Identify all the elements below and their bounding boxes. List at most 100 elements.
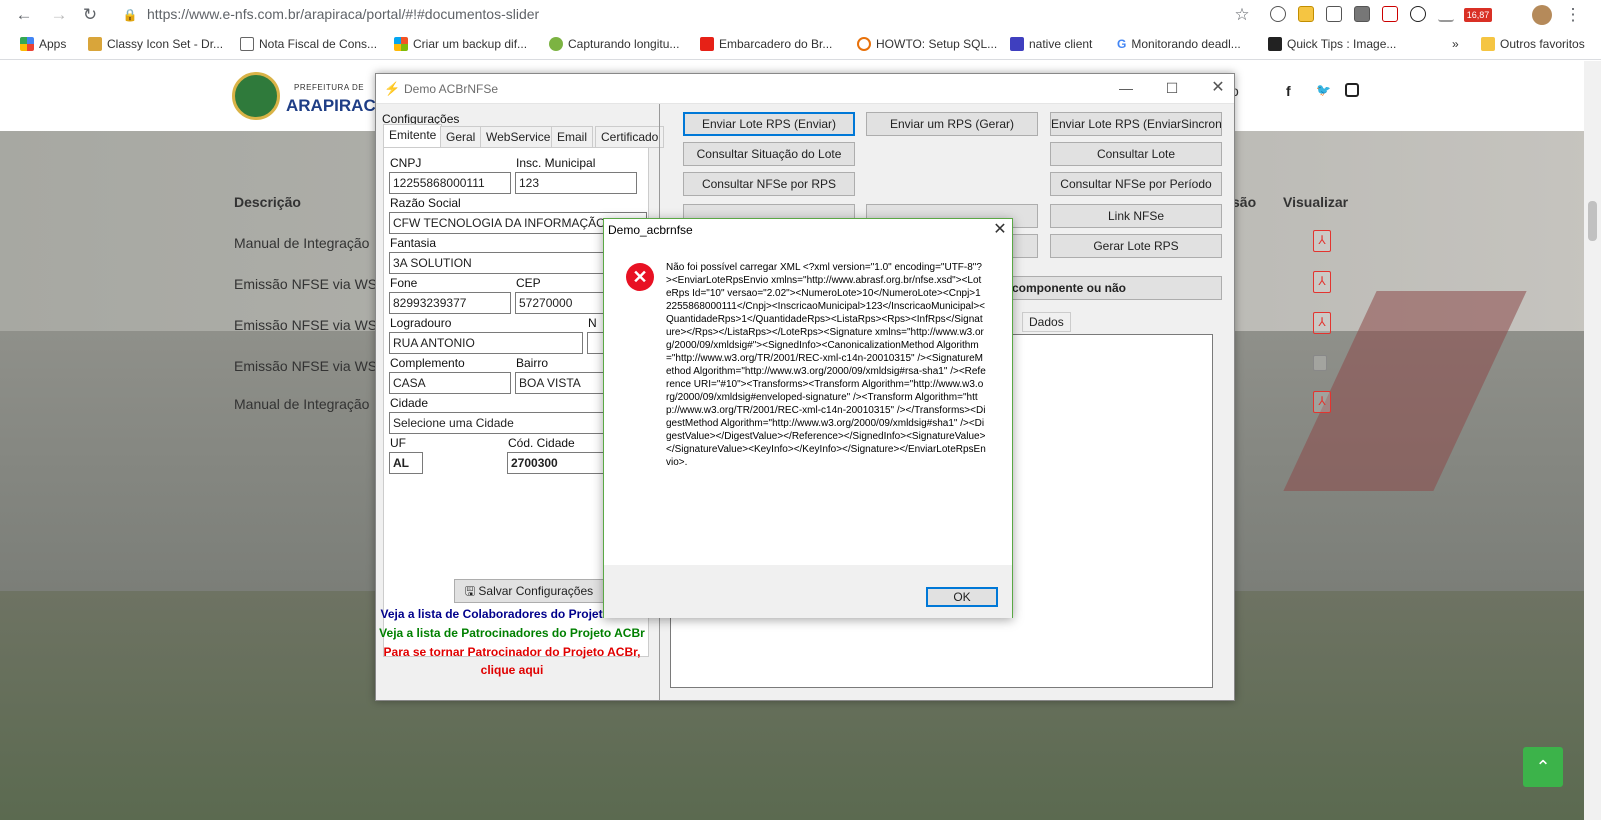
gerar-lote-rps-button[interactable]: Gerar Lote RPS <box>1050 234 1222 258</box>
bookmark-item[interactable]: Quick Tips : Image... <box>1268 37 1396 51</box>
broken-image-icon[interactable] <box>1313 355 1327 371</box>
extension-icon[interactable] <box>1382 6 1398 22</box>
consultar-lote-button[interactable]: Consultar Lote <box>1050 142 1222 166</box>
instagram-icon[interactable] <box>1345 83 1359 97</box>
document-row[interactable]: Emissão NFSE via WS <box>234 317 377 333</box>
twitter-icon[interactable]: 🐦 <box>1316 83 1331 97</box>
bookmark-favicon-icon <box>1268 37 1282 51</box>
city-logo[interactable] <box>232 72 280 120</box>
cnpj-field[interactable]: 12255868000111 <box>389 172 511 194</box>
tab-email[interactable]: Email <box>551 126 594 148</box>
bookmark-label: Capturando longitu... <box>568 37 680 51</box>
extension-icon[interactable] <box>1270 6 1286 22</box>
star-icon[interactable]: ☆ <box>1232 5 1252 25</box>
bookmark-item[interactable]: Embarcadero do Br... <box>700 37 832 51</box>
document-row[interactable]: Emissão NFSE via WS <box>234 276 377 292</box>
forward-icon[interactable]: → <box>49 5 69 25</box>
enviar-um-rps-button[interactable]: Enviar um RPS (Gerar) <box>866 112 1038 136</box>
bookmark-apps[interactable]: Apps <box>20 37 66 51</box>
column-header-visualizar: Visualizar <box>1283 194 1349 210</box>
signal-icon[interactable] <box>1438 6 1454 22</box>
complemento-label: Complemento <box>390 356 465 370</box>
scrollbar-thumb[interactable] <box>1588 201 1597 241</box>
bookmark-favicon-icon <box>857 37 871 51</box>
save-icon: 🖫 <box>464 584 479 598</box>
tab-certificado[interactable]: Certificado <box>595 126 665 148</box>
url-host: https://www.e-nfs.com.br <box>147 6 301 22</box>
document-row[interactable]: Manual de Integração <box>234 396 369 412</box>
document-row[interactable]: Emissão NFSE via WS <box>234 358 377 374</box>
insc-municipal-field[interactable]: 123 <box>515 172 637 194</box>
bookmark-label: Embarcadero do Br... <box>719 37 833 51</box>
reload-icon[interactable]: ↻ <box>80 5 100 25</box>
scroll-to-top-button[interactable]: ⌃ <box>1523 747 1563 787</box>
consultar-situacao-lote-button[interactable]: Consultar Situação do Lote <box>683 142 855 166</box>
info-extension-icon[interactable] <box>1410 6 1426 22</box>
address-bar[interactable]: https://www.e-nfs.com.br/arapiraca/porta… <box>147 6 539 22</box>
other-favorites[interactable]: Outros favoritos <box>1481 37 1585 51</box>
bookmark-label: Quick Tips : Image... <box>1287 37 1397 51</box>
consultar-nfse-rps-button[interactable]: Consultar NFSe por RPS <box>683 172 855 196</box>
bookmark-label: Criar um backup dif... <box>413 37 528 51</box>
enviar-lote-sincrono-button[interactable]: Enviar Lote RPS (EnviarSincrono) <box>1050 112 1222 136</box>
bookmark-item[interactable]: native client <box>1010 37 1092 51</box>
tornar-patrocinador-link[interactable]: Para se tornar Patrocinador do Projeto A… <box>376 645 648 659</box>
uf-field[interactable]: AL <box>389 452 423 474</box>
cod-cidade-label: Cód. Cidade <box>508 436 575 450</box>
bookmark-item[interactable]: Classy Icon Set - Dr... <box>88 37 223 51</box>
clique-aqui-link[interactable]: clique aqui <box>376 663 648 677</box>
window-titlebar[interactable]: ⚡ Demo ACBrNFSe — ☐ ✕ <box>376 74 1234 104</box>
bookmark-item[interactable]: Criar um backup dif... <box>394 37 527 51</box>
tab-webservice[interactable]: WebService <box>480 126 557 148</box>
close-icon[interactable]: ✕ <box>987 219 1013 241</box>
column-header-descricao: Descrição <box>234 194 301 210</box>
page-scrollbar[interactable] <box>1584 61 1601 820</box>
uf-label: UF <box>390 436 406 450</box>
ok-button[interactable]: OK <box>926 587 998 607</box>
extension-badge[interactable]: 16,87 <box>1464 8 1492 22</box>
menu-icon[interactable]: ⋮ <box>1563 5 1583 25</box>
tab-emitente[interactable]: Emitente <box>383 124 443 148</box>
cep-label: CEP <box>516 276 541 290</box>
tab-dados[interactable]: Dados <box>1022 312 1071 332</box>
complemento-field[interactable]: CASA <box>389 372 511 394</box>
save-config-button[interactable]: 🖫 Salvar Configurações <box>454 579 604 603</box>
avatar[interactable] <box>1532 5 1552 25</box>
bookmark-item[interactable]: Nota Fiscal de Cons... <box>240 37 377 51</box>
close-icon[interactable]: ✕ <box>1203 78 1233 98</box>
city-name: ARAPIRACA <box>286 96 388 115</box>
bookmark-item[interactable]: HOWTO: Setup SQL... <box>857 37 997 51</box>
pdf-icon[interactable]: ⅄ <box>1313 271 1331 293</box>
bookmark-favicon-icon <box>88 37 102 51</box>
extension-icon[interactable] <box>1298 6 1314 22</box>
document-row[interactable]: Manual de Integração <box>234 235 369 251</box>
bookmark-favicon-icon <box>1010 37 1024 51</box>
bookmark-item[interactable]: G Monitorando deadl... <box>1117 37 1241 51</box>
pdf-icon[interactable]: ⅄ <box>1313 230 1331 252</box>
pdf-icon[interactable]: ⅄ <box>1313 312 1331 334</box>
back-icon[interactable]: ← <box>14 5 34 25</box>
page-icon <box>240 37 254 51</box>
patrocinadores-link[interactable]: Veja a lista de Patrocinadores do Projet… <box>376 626 648 640</box>
bookmarks-more[interactable]: » <box>1452 37 1459 51</box>
facebook-icon[interactable]: f <box>1286 83 1291 99</box>
save-config-label: Salvar Configurações <box>478 584 594 598</box>
fone-field[interactable]: 82993239377 <box>389 292 511 314</box>
google-icon: G <box>1117 37 1127 51</box>
extension-icon[interactable] <box>1354 6 1370 22</box>
minimize-icon[interactable]: — <box>1111 78 1141 98</box>
bairro-label: Bairro <box>516 356 549 370</box>
lock-icon[interactable]: 🔒 <box>120 5 140 25</box>
bookmark-item[interactable]: Capturando longitu... <box>549 37 679 51</box>
enviar-lote-rps-button[interactable]: Enviar Lote RPS (Enviar) <box>683 112 855 136</box>
extension-icon[interactable] <box>1326 6 1342 22</box>
tab-geral[interactable]: Geral <box>440 126 482 148</box>
window-title: Demo ACBrNFSe <box>404 82 499 96</box>
consultar-nfse-periodo-button[interactable]: Consultar NFSe por Período <box>1050 172 1222 196</box>
fantasia-label: Fantasia <box>390 236 437 250</box>
maximize-icon[interactable]: ☐ <box>1157 78 1187 98</box>
logradouro-field[interactable]: RUA ANTONIO <box>389 332 583 354</box>
dialog-title: Demo_acbrnfse <box>608 223 693 237</box>
link-nfse-button[interactable]: Link NFSe <box>1050 204 1222 228</box>
pdf-icon[interactable]: ⅄ <box>1313 391 1331 413</box>
